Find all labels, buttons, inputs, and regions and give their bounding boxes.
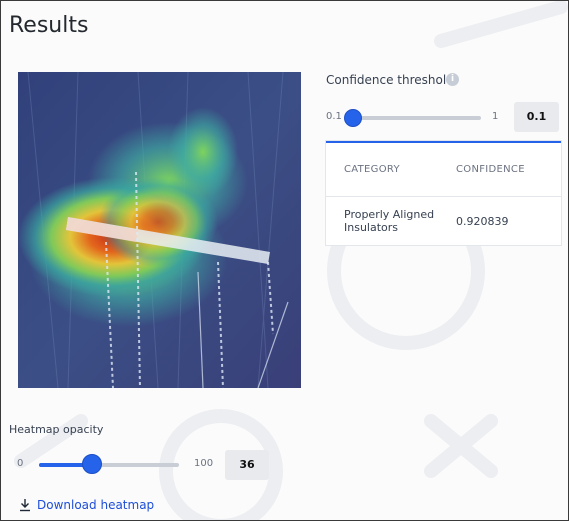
opacity-slider-max: 100 bbox=[194, 458, 214, 469]
heatmap-opacity-label: Heatmap opacity bbox=[9, 423, 104, 436]
column-header-confidence: CONFIDENCE bbox=[456, 164, 525, 175]
opacity-slider-thumb[interactable] bbox=[82, 454, 102, 474]
cell-confidence: 0.920839 bbox=[456, 214, 509, 228]
confidence-value-input[interactable]: 0.1 bbox=[514, 102, 559, 132]
table-header: CATEGORY CONFIDENCE bbox=[326, 143, 561, 197]
table-row: Properly Aligned Insulators 0.920839 bbox=[326, 197, 561, 245]
confidence-threshold-label: Confidence threshold bbox=[326, 73, 454, 87]
heatmap-overlay-image bbox=[18, 72, 301, 388]
download-heatmap-label: Download heatmap bbox=[37, 498, 155, 512]
opacity-value-input[interactable]: 36 bbox=[225, 450, 269, 480]
download-icon bbox=[19, 498, 31, 512]
confidence-slider-thumb[interactable] bbox=[344, 109, 362, 127]
confidence-slider-track[interactable] bbox=[349, 116, 481, 120]
confidence-slider-min: 0.1 bbox=[326, 111, 342, 122]
confidence-slider-max: 1 bbox=[492, 111, 499, 122]
results-table: CATEGORY CONFIDENCE Properly Aligned Ins… bbox=[326, 141, 561, 245]
info-icon[interactable]: i bbox=[446, 73, 459, 86]
download-heatmap-link[interactable]: Download heatmap bbox=[19, 498, 154, 512]
page-title: Results bbox=[9, 13, 89, 38]
cell-category: Properly Aligned Insulators bbox=[344, 208, 435, 234]
opacity-slider-min: 0 bbox=[17, 458, 24, 469]
column-header-category: CATEGORY bbox=[344, 164, 400, 175]
results-panel: Results Confidence threshold i 0.1 1 0.1… bbox=[0, 0, 569, 521]
